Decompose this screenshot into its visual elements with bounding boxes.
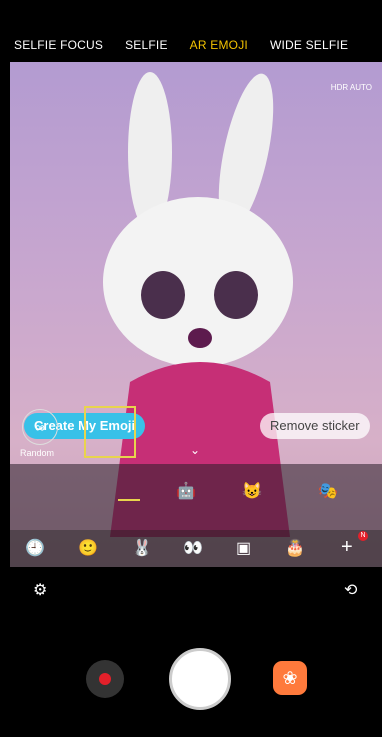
- chevron-down-icon[interactable]: ⌄: [190, 443, 200, 457]
- bunny-eye-left: [141, 271, 185, 319]
- record-video-button[interactable]: [86, 660, 124, 698]
- birthday-icon[interactable]: 🎂: [285, 538, 305, 558]
- mode-selfie-focus[interactable]: SELFIE FOCUS: [14, 38, 103, 52]
- settings-gear-icon[interactable]: ⚙: [33, 580, 47, 600]
- mode-selfie[interactable]: SELFIE: [125, 38, 168, 52]
- bunny-nose: [188, 328, 212, 348]
- bunny-icon[interactable]: 🐰: [132, 538, 152, 558]
- recent-icon[interactable]: 🕘: [25, 538, 45, 558]
- mode-wide-selfie[interactable]: WIDE SELFIE: [270, 38, 348, 52]
- new-badge: N: [358, 531, 368, 541]
- add-icon[interactable]: +: [341, 536, 353, 559]
- face-icon[interactable]: 🙂: [78, 538, 98, 558]
- frame-icon[interactable]: ▣: [236, 538, 251, 558]
- gallery-icon[interactable]: ❀: [273, 661, 307, 695]
- remove-sticker-button[interactable]: Remove sticker: [260, 413, 370, 439]
- mode-selector: SELFIE FOCUS SELFIE AR EMOJI WIDE SELFIE: [14, 38, 348, 52]
- selected-sticker-bunny[interactable]: [84, 406, 136, 458]
- eyes-icon[interactable]: 👀: [183, 538, 203, 558]
- bunny-eye-right: [214, 271, 258, 319]
- shutter-button[interactable]: [169, 648, 231, 710]
- sticker-blue-robot[interactable]: 🤖: [176, 481, 196, 501]
- active-tab-indicator: [118, 499, 140, 501]
- random-label: Random: [20, 448, 55, 458]
- sticker-mask[interactable]: 🎭: [318, 481, 338, 501]
- switch-camera-icon[interactable]: ⟲: [344, 580, 357, 600]
- random-emoji-button[interactable]: ∞: [22, 409, 58, 445]
- mode-ar-emoji[interactable]: AR EMOJI: [190, 38, 248, 52]
- sticker-pink-cat[interactable]: 😺: [242, 481, 262, 501]
- top-bar: SELFIE FOCUS SELFIE AR EMOJI WIDE SELFIE: [0, 0, 382, 62]
